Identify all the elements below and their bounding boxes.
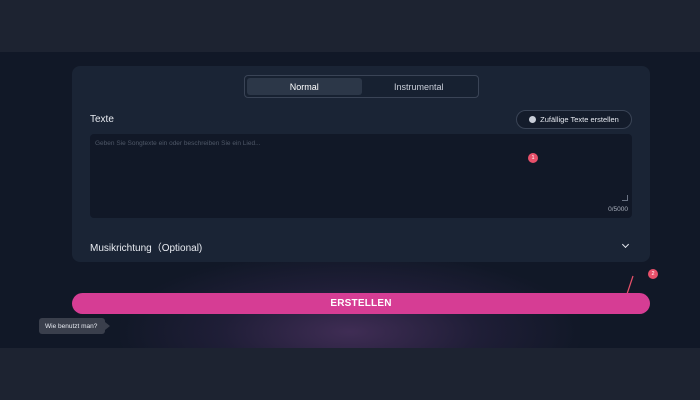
create-button[interactable]: ERSTELLEN [72,293,650,314]
annotation-arrow [625,275,634,298]
help-button[interactable]: Wie benutzt man? [39,318,110,334]
